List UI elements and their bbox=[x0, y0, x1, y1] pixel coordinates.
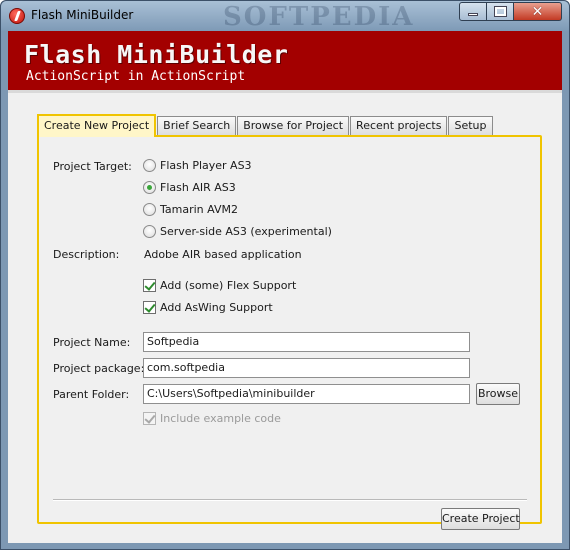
create-project-panel: Project Target: Flash Player AS3 Flash A… bbox=[37, 135, 542, 530]
checkbox-label-disabled: Include example code bbox=[160, 412, 281, 425]
project-package-field[interactable]: com.softpedia bbox=[143, 358, 470, 378]
separator bbox=[53, 499, 527, 501]
include-example-checkbox-row: Include example code bbox=[143, 412, 281, 425]
tab-browse-for-project[interactable]: Browse for Project bbox=[237, 116, 350, 136]
aswing-support-checkbox[interactable] bbox=[143, 301, 156, 314]
maximize-button[interactable] bbox=[487, 2, 514, 21]
radio-label: Tamarin AVM2 bbox=[160, 203, 238, 216]
softpedia-watermark: SOFTPEDIA bbox=[223, 2, 415, 32]
parent-folder-label: Parent Folder: bbox=[53, 388, 130, 401]
description-label: Description: bbox=[53, 248, 120, 261]
checkbox-label: Add AsWing Support bbox=[160, 301, 273, 314]
tab-setup[interactable]: Setup bbox=[448, 116, 493, 136]
tab-bar: Create New Project Brief Search Browse f… bbox=[37, 114, 494, 137]
close-button[interactable]: ✕ bbox=[514, 2, 562, 21]
close-icon: ✕ bbox=[531, 3, 544, 20]
radio-button[interactable] bbox=[143, 225, 156, 238]
maximize-icon bbox=[493, 6, 507, 17]
banner-title: Flash MiniBuilder bbox=[24, 40, 289, 69]
tab-recent-projects[interactable]: Recent projects bbox=[350, 116, 448, 136]
header-banner: Flash MiniBuilder ActionScript in Action… bbox=[8, 31, 562, 93]
window-title: Flash MiniBuilder bbox=[31, 8, 134, 22]
project-name-label: Project Name: bbox=[53, 336, 131, 349]
radio-button-selected[interactable] bbox=[143, 181, 156, 194]
target-server-side-radio[interactable]: Server-side AS3 (experimental) bbox=[143, 225, 332, 238]
tab-brief-search[interactable]: Brief Search bbox=[157, 116, 237, 136]
radio-label: Flash AIR AS3 bbox=[160, 181, 236, 194]
radio-label: Flash Player AS3 bbox=[160, 159, 252, 172]
project-name-field[interactable]: Softpedia bbox=[143, 332, 470, 352]
flex-support-checkbox[interactable] bbox=[143, 279, 156, 292]
banner-subtitle: ActionScript in ActionScript bbox=[26, 69, 246, 84]
description-value: Adobe AIR based application bbox=[144, 248, 302, 261]
parent-folder-field[interactable]: C:\Users\Softpedia\minibuilder bbox=[143, 384, 470, 404]
radio-button[interactable] bbox=[143, 203, 156, 216]
radio-button[interactable] bbox=[143, 159, 156, 172]
project-package-label: Project package: bbox=[53, 362, 145, 375]
minimize-button[interactable] bbox=[459, 2, 487, 21]
tab-create-new-project[interactable]: Create New Project bbox=[37, 114, 157, 137]
project-target-label: Project Target: bbox=[53, 160, 132, 173]
checkbox-label: Add (some) Flex Support bbox=[160, 279, 297, 292]
target-flash-air-radio[interactable]: Flash AIR AS3 bbox=[143, 181, 236, 194]
aswing-support-checkbox-row[interactable]: Add AsWing Support bbox=[143, 301, 273, 314]
minimize-icon bbox=[468, 13, 478, 16]
app-window: Flash MiniBuilder SOFTPEDIA ✕ Flash Mini… bbox=[0, 0, 570, 550]
target-tamarin-radio[interactable]: Tamarin AVM2 bbox=[143, 203, 238, 216]
create-project-button[interactable]: Create Project bbox=[441, 508, 520, 530]
client-area: Flash MiniBuilder ActionScript in Action… bbox=[8, 31, 562, 543]
browse-button[interactable]: Browse bbox=[476, 383, 520, 405]
include-example-checkbox bbox=[143, 412, 156, 425]
title-bar[interactable]: Flash MiniBuilder SOFTPEDIA ✕ bbox=[1, 1, 569, 32]
target-flash-player-radio[interactable]: Flash Player AS3 bbox=[143, 159, 252, 172]
radio-label: Server-side AS3 (experimental) bbox=[160, 225, 332, 238]
flash-app-icon[interactable] bbox=[9, 8, 25, 24]
flex-support-checkbox-row[interactable]: Add (some) Flex Support bbox=[143, 279, 296, 292]
